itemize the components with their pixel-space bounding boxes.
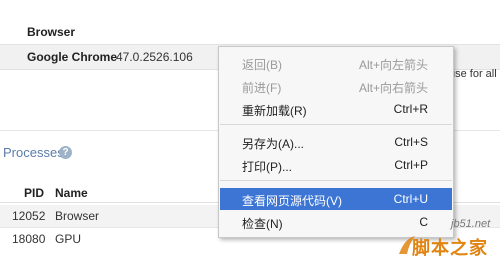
menu-item-view-source[interactable]: 查看网页源代码(V) Ctrl+U <box>220 188 452 210</box>
watermark-text: 脚本之家 <box>412 238 488 258</box>
menu-item-shortcut: Ctrl+U <box>393 192 428 206</box>
menu-item-reload[interactable]: 重新加载(R) Ctrl+R <box>220 98 452 120</box>
browser-version: 47.0.2526.106 <box>116 50 193 64</box>
column-header-pid[interactable]: PID <box>24 186 44 200</box>
menu-item-label: 返回(B) <box>242 58 282 72</box>
menu-item-label: 前进(F) <box>242 81 282 95</box>
menu-item-label: 另存为(A)... <box>242 137 304 151</box>
menu-item-label: 打印(P)... <box>242 160 292 174</box>
help-icon[interactable]: ? <box>59 146 72 159</box>
row-pid: 18080 <box>12 232 46 246</box>
processes-title: Processes <box>3 145 64 160</box>
row-pid: 12052 <box>12 209 46 223</box>
browser-heading: Browser <box>27 25 76 39</box>
menu-item-print[interactable]: 打印(P)... Ctrl+P <box>220 154 452 176</box>
menu-separator <box>220 124 452 125</box>
menu-item-shortcut: Ctrl+P <box>394 158 428 172</box>
menu-item-label: 查看网页源代码(V) <box>242 194 342 208</box>
menu-item-label: 重新加载(R) <box>242 104 307 118</box>
menu-item-shortcut: Ctrl+S <box>394 135 428 149</box>
menu-item-shortcut: C <box>419 215 428 229</box>
row-name: Browser <box>55 209 100 223</box>
menu-separator <box>220 180 452 181</box>
menu-item-shortcut: Alt+向左箭头 <box>358 58 428 72</box>
menu-item-label: 检查(N) <box>242 217 283 231</box>
menu-item-shortcut: Alt+向右箭头 <box>358 81 428 95</box>
menu-item-forward[interactable]: 前进(F) Alt+向右箭头 <box>220 75 452 97</box>
menu-item-inspect[interactable]: 检查(N) C <box>220 211 452 233</box>
menu-item-back[interactable]: 返回(B) Alt+向左箭头 <box>220 52 452 74</box>
row-name: GPU <box>55 232 82 246</box>
column-header-name[interactable]: Name <box>55 186 88 200</box>
browser-name: Google Chrome <box>27 50 118 64</box>
context-menu: 返回(B) Alt+向左箭头 前进(F) Alt+向右箭头 重新加载(R) Ct… <box>218 46 454 238</box>
menu-item-shortcut: Ctrl+R <box>393 102 428 116</box>
watermark-url: jb51.net <box>451 218 491 230</box>
menu-item-save-as[interactable]: 另存为(A)... Ctrl+S <box>220 131 452 153</box>
truncated-text: use for all <box>449 68 497 80</box>
